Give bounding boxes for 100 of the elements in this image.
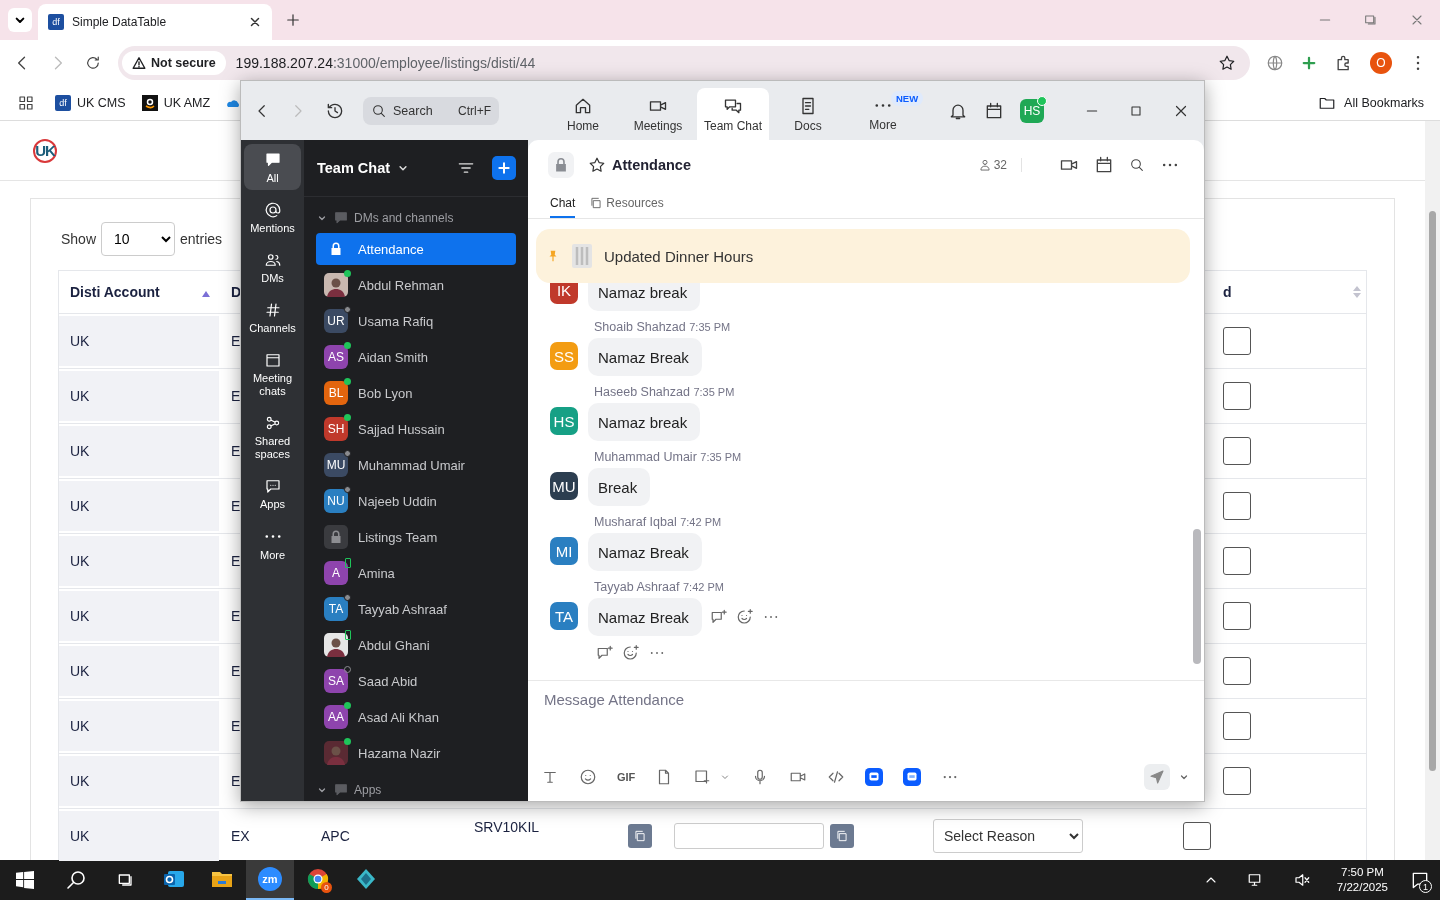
emoji-icon[interactable] (579, 768, 597, 786)
address-bar[interactable]: Not secure 199.188.207.24:31000/employee/listings/disti/44 (118, 45, 1250, 80)
notification-icon[interactable] (1410, 870, 1430, 890)
column-header[interactable]: D (231, 284, 242, 300)
checkbox[interactable] (1223, 712, 1251, 740)
reload-icon[interactable] (84, 53, 102, 72)
chat-list-item[interactable]: AS Aidan Smith (316, 341, 516, 373)
sidebar-item[interactable]: More (244, 520, 301, 567)
chat-list-item[interactable]: TA Tayyab Ashraaf (316, 593, 516, 625)
security-chip[interactable]: Not secure (122, 50, 226, 75)
reply-icon[interactable] (709, 608, 728, 626)
scrollbar-thumb[interactable] (1429, 211, 1436, 771)
add-reaction-icon[interactable] (622, 644, 640, 662)
section-header[interactable]: Apps (304, 775, 528, 801)
copy-button[interactable] (628, 824, 652, 848)
chat-list-item[interactable]: SH Sajjad Hussain (316, 413, 516, 445)
panel-title[interactable]: Team Chat (317, 160, 391, 176)
checkbox[interactable] (1223, 492, 1251, 520)
nav-tab[interactable]: Meetings (622, 88, 694, 140)
section-header[interactable]: DMs and channels (304, 203, 528, 233)
checkbox[interactable] (1183, 822, 1211, 850)
restore-icon[interactable] (1363, 12, 1379, 28)
checkbox[interactable] (1223, 602, 1251, 630)
clock-time[interactable]: 7:50 PM (1341, 865, 1384, 880)
table-cell: UK (70, 828, 90, 844)
chat-tab[interactable]: Resources (589, 190, 664, 218)
bookmark[interactable]: UK AMZ (141, 94, 211, 111)
browser-tab[interactable]: df Simple DataTable (38, 4, 272, 40)
checkbox[interactable] (1223, 437, 1251, 465)
gif-button[interactable]: GIF (617, 771, 636, 783)
profile-avatar[interactable]: O (1370, 51, 1392, 74)
chat-name: Usama Rafiq (358, 313, 434, 329)
copy-button[interactable] (830, 824, 854, 848)
sidebar-item[interactable]: All (244, 144, 301, 190)
app-icon[interactable] (903, 768, 922, 786)
sort-ascending-icon[interactable] (201, 289, 211, 299)
screenshot-icon[interactable] (693, 768, 712, 786)
new-chat-button[interactable] (492, 156, 516, 180)
chat-list-item[interactable]: UR Usama Rafiq (316, 305, 516, 337)
new-tab-icon[interactable] (284, 11, 302, 29)
avatar: NU (324, 489, 348, 513)
column-header[interactable]: d (1223, 284, 1232, 300)
checkbox[interactable] (1223, 657, 1251, 685)
chat-list-item[interactable]: MU Muhammad Umair (316, 449, 516, 481)
code-icon[interactable] (827, 768, 846, 786)
chat-list-item[interactable]: SA Saad Abid (316, 665, 516, 697)
send-button[interactable] (1144, 764, 1170, 790)
search-icon[interactable] (1129, 157, 1145, 173)
close-icon[interactable] (248, 15, 262, 29)
column-header[interactable]: Disti Account (70, 284, 160, 300)
search-icon[interactable] (64, 868, 88, 892)
chat-list-item[interactable]: Listings Team (316, 521, 516, 553)
reply-icon[interactable] (596, 644, 614, 662)
sidebar-item[interactable]: Meeting chats (244, 344, 301, 403)
sidebar-item[interactable]: Mentions (244, 194, 301, 240)
chat-list-item[interactable]: BL Bob Lyon (316, 377, 516, 409)
checkbox[interactable] (1223, 547, 1251, 575)
checkbox[interactable] (1223, 382, 1251, 410)
chat-list-item[interactable]: Attendance (316, 233, 516, 265)
chat-name: Bob Lyon (358, 385, 413, 401)
chat-tab[interactable]: Chat (550, 190, 576, 218)
checkbox[interactable] (1223, 767, 1251, 795)
search-field[interactable]: Search Ctrl+F (363, 96, 499, 125)
chat-list-item[interactable]: Abdul Rehman (316, 269, 516, 301)
checkbox[interactable] (1223, 327, 1251, 355)
nav-tab[interactable]: Docs (772, 88, 844, 140)
nav-tab[interactable]: Team Chat (697, 88, 769, 140)
star-icon[interactable] (588, 156, 606, 174)
reason-select[interactable]: Select Reason (933, 819, 1083, 853)
bookmark[interactable]: df UK CMS (55, 94, 126, 111)
chat-list-item[interactable]: Hazama Nazir (316, 737, 516, 769)
chat-list-item[interactable]: Abdul Ghani (316, 629, 516, 661)
nav-tab[interactable]: Home (547, 88, 619, 140)
sidebar-item[interactable]: DMs (244, 244, 301, 290)
star-icon[interactable] (1218, 53, 1236, 72)
scrollbar-thumb[interactable] (1193, 529, 1201, 664)
sidebar-item[interactable]: Shared spaces (244, 407, 301, 466)
add-reaction-icon[interactable] (735, 608, 754, 626)
sidebar-item[interactable]: Channels (244, 294, 301, 340)
volume-muted-icon[interactable] (1292, 871, 1311, 889)
clock-date[interactable]: 7/22/2025 (1336, 880, 1388, 895)
scrollbar[interactable] (1425, 121, 1440, 860)
chat-list-item[interactable]: A Amina (316, 557, 516, 589)
member-count[interactable]: 32 (977, 158, 1022, 172)
input-field[interactable] (674, 823, 824, 849)
chat-list-item[interactable]: AA Asad Ali Khan (316, 701, 516, 733)
app-icon[interactable] (865, 768, 884, 786)
start-icon[interactable] (16, 871, 34, 889)
all-bookmarks-button[interactable]: All Bookmarks (1318, 93, 1424, 112)
calendar-icon[interactable] (984, 100, 1004, 121)
tab-search-button[interactable] (8, 8, 32, 32)
pinned-message-banner[interactable]: Updated Dinner Hours (536, 229, 1190, 283)
apps-grid-icon[interactable] (17, 93, 35, 112)
globe-icon[interactable] (1266, 53, 1284, 72)
sidebar-item[interactable]: Apps (244, 470, 301, 516)
calendar-icon[interactable] (1094, 155, 1114, 175)
taskbar-app[interactable]: 0 (294, 860, 342, 900)
chat-list-item[interactable]: NU Najeeb Uddin (316, 485, 516, 517)
site-logo[interactable]: UK (33, 138, 57, 163)
page-size-select[interactable]: 10 (101, 222, 176, 256)
